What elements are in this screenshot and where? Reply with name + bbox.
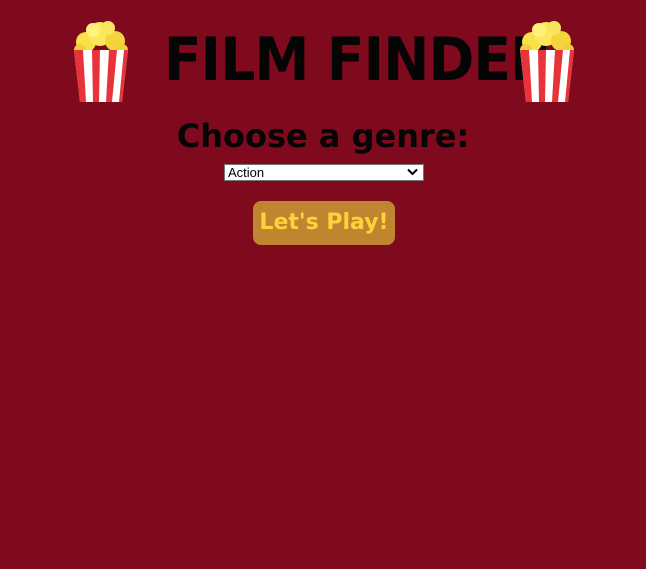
genre-dropdown[interactable]: Action	[224, 164, 424, 181]
genre-prompt: Choose a genre:	[176, 117, 470, 155]
lets-play-button[interactable]: Let's Play!	[253, 201, 395, 245]
page-title: FILM FINDER	[163, 25, 553, 95]
chevron-down-icon	[407, 168, 418, 176]
genre-selected-value: Action	[228, 165, 265, 180]
popcorn-icon	[520, 21, 574, 102]
page-header: FILM FINDER	[0, 18, 646, 104]
popcorn-icon	[74, 21, 128, 102]
